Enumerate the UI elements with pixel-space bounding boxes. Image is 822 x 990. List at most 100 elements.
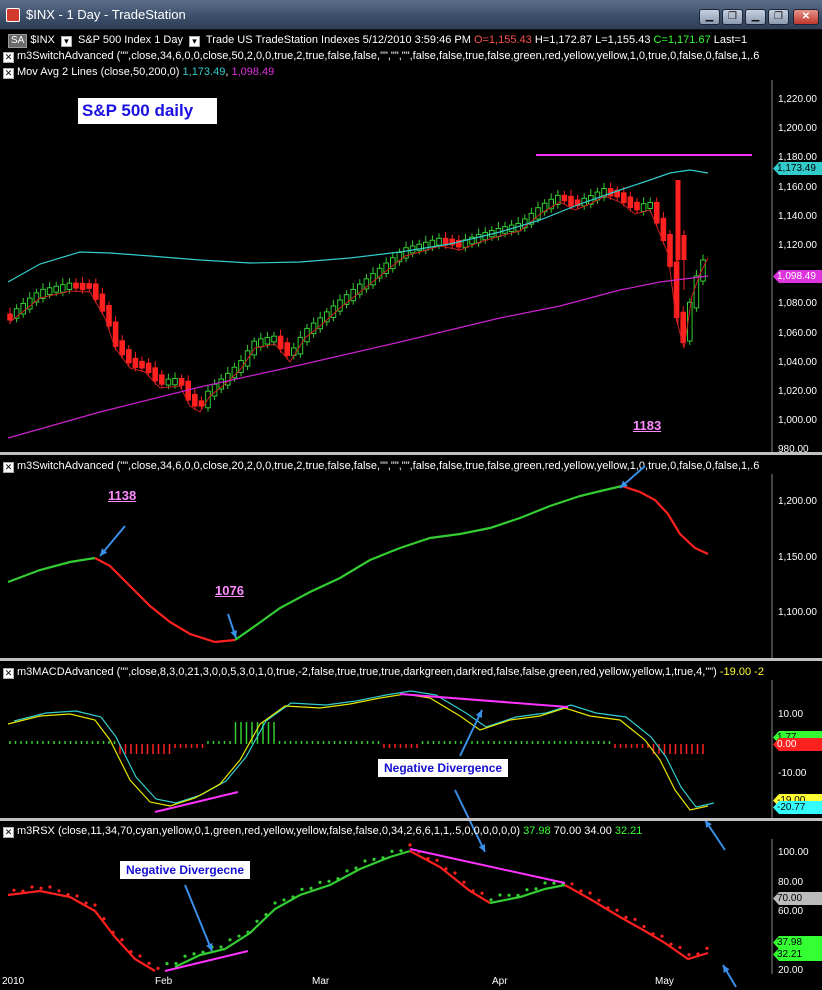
- candle-body: [93, 283, 99, 300]
- macd-line: [7, 693, 709, 811]
- macd-signal-line: [13, 690, 715, 808]
- candle-body: [112, 321, 119, 347]
- rsx-dot: [435, 858, 439, 862]
- rsx-dot: [147, 961, 151, 965]
- candle-body: [172, 378, 178, 386]
- inner-minimize-button[interactable]: ▁: [699, 9, 720, 25]
- rsx-dot: [444, 867, 448, 871]
- ma200-badge: 1,098.49: [773, 270, 822, 283]
- price-y-tick-label: 1,140.00: [778, 210, 817, 222]
- price-y-tick-label: 1,200.00: [778, 123, 817, 135]
- candle-body: [561, 194, 568, 202]
- macd-badge-4: -20.77: [773, 801, 822, 814]
- switch-y-tick-label: 1,100.00: [778, 607, 817, 618]
- candle-body: [277, 335, 284, 350]
- candle-body: [139, 360, 145, 369]
- window-title: $INX - 1 Day - TradeStation: [26, 7, 186, 22]
- rsx-line-down: [409, 850, 491, 904]
- ma200-line: [7, 275, 709, 439]
- switch-line-down: [621, 484, 709, 555]
- candle-body: [264, 337, 271, 345]
- candle-body: [436, 237, 442, 246]
- candle-body: [73, 282, 79, 289]
- rsx-dot: [552, 881, 556, 885]
- candle-body: [152, 367, 158, 382]
- rsx-dot: [597, 898, 601, 902]
- rsx-dot: [426, 857, 430, 861]
- rsx-dot: [678, 945, 682, 950]
- sa-button[interactable]: SA: [8, 34, 28, 48]
- rsx-line-up: [489, 883, 566, 905]
- close-indicator-icon[interactable]: ✕: [3, 827, 14, 838]
- rsx-dot: [66, 893, 70, 897]
- rsx-y-tick-label: 20.00: [778, 965, 804, 976]
- title-bar: $INX - 1 Day - TradeStation ▁ ❐ ▁ ❐ ✕: [0, 0, 822, 30]
- candle-body: [675, 180, 681, 260]
- x-tick-label: Mar: [312, 976, 330, 987]
- x-tick-label: May: [655, 976, 674, 987]
- rsx-dot: [165, 962, 169, 966]
- rsx-dot: [462, 880, 466, 884]
- minimize-button[interactable]: ▁: [745, 9, 766, 25]
- rsx-dot: [480, 891, 484, 895]
- candle-body: [7, 313, 13, 321]
- price-y-tick-label: 980.00: [778, 444, 809, 456]
- symbol-description: S&P 500 Index 1 Day: [78, 34, 183, 46]
- rsx-y-tick-label: 100.00: [778, 847, 809, 858]
- candle-body: [79, 282, 86, 291]
- candle-body: [119, 340, 126, 356]
- rsx-dot: [372, 857, 376, 861]
- close-indicator-icon[interactable]: ✕: [3, 462, 14, 473]
- chart-title-box: S&P 500 daily: [78, 98, 218, 124]
- candle-body: [647, 201, 654, 210]
- candle-body: [258, 338, 264, 348]
- candle-body: [192, 393, 198, 407]
- candle-body: [568, 195, 574, 207]
- rsx-dot: [525, 888, 529, 892]
- candle-body: [126, 349, 132, 364]
- rsx-y-tick-label: 60.00: [778, 906, 804, 917]
- switch-y-tick-label: 1,200.00: [778, 496, 817, 507]
- x-tick-label: 2010: [2, 976, 25, 987]
- interval-dropdown-icon[interactable]: ▾: [189, 36, 201, 47]
- macd-y-tick-label: -10.00: [778, 768, 807, 779]
- rsx-dot: [660, 934, 664, 938]
- x-tick-label: Apr: [492, 976, 508, 987]
- close-button[interactable]: ✕: [793, 9, 819, 25]
- candle-body: [634, 201, 640, 211]
- pointer-arrow: [184, 884, 213, 952]
- symbol-dropdown-icon[interactable]: ▾: [60, 36, 72, 47]
- rsx-dot: [273, 901, 277, 905]
- rsx-dot: [570, 882, 574, 886]
- pane-separator[interactable]: [0, 452, 822, 455]
- rsx-dot: [390, 849, 394, 853]
- rsx-dot: [336, 877, 340, 881]
- candle-body: [621, 192, 627, 204]
- close-indicator-icon[interactable]: ✕: [3, 52, 14, 63]
- close-indicator-icon[interactable]: ✕: [3, 68, 14, 79]
- restore-button[interactable]: ❐: [768, 9, 789, 25]
- rsx-dot: [48, 885, 52, 889]
- rsx-dot: [201, 950, 205, 954]
- rsx-dot: [174, 961, 178, 966]
- rsx-dot: [687, 953, 691, 957]
- close-indicator-icon[interactable]: ✕: [3, 668, 14, 679]
- mov-avg-label: ✕ Mov Avg 2 Lines (close,50,200,0) 1,173.…: [3, 66, 275, 79]
- rsx-dot: [84, 901, 88, 905]
- rsx-badge-3: 32.21: [773, 948, 822, 961]
- rsx-dot: [93, 903, 97, 907]
- rsx-dot: [543, 881, 547, 885]
- price-y-tick-label: 1,020.00: [778, 386, 817, 397]
- high-value: H=1,172.87: [534, 34, 593, 46]
- rsx-dot: [264, 913, 268, 917]
- inner-restore-button[interactable]: ❐: [722, 9, 743, 25]
- rsx-dot: [291, 895, 295, 899]
- pane-separator[interactable]: [0, 658, 822, 661]
- candle-body: [60, 284, 66, 293]
- divergence-line: [399, 693, 569, 708]
- rsx-dot: [345, 869, 349, 873]
- candle-body: [423, 241, 429, 251]
- candle-body: [284, 342, 290, 356]
- rsx-dot: [282, 898, 286, 902]
- pane-separator[interactable]: [0, 818, 822, 821]
